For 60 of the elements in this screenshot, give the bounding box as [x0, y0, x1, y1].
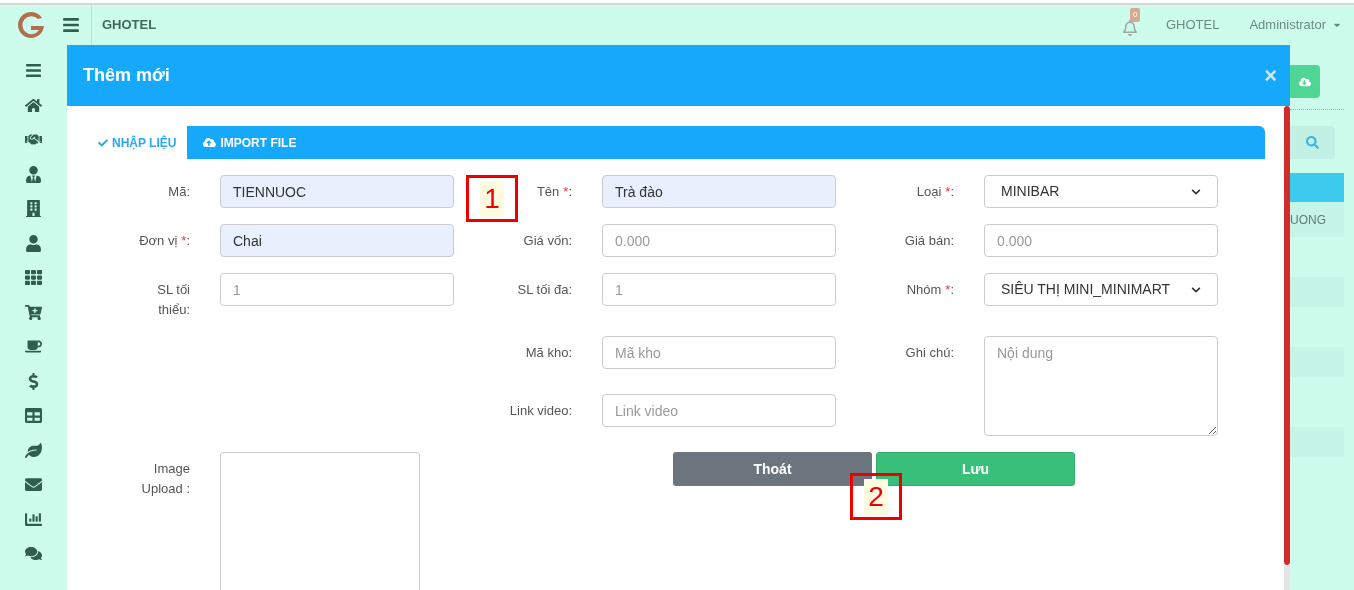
field-label: Image Upload :	[140, 460, 190, 498]
field-label: Nhóm *:	[905, 281, 954, 299]
chat-icon[interactable]	[25, 545, 42, 562]
field-label: SL tối đa:	[516, 281, 572, 299]
field-label: Ghi chú:	[904, 344, 954, 362]
home-icon[interactable]	[25, 96, 42, 114]
grid-icon[interactable]	[25, 269, 42, 286]
check-icon	[98, 137, 108, 148]
menu-icon[interactable]	[62, 16, 80, 34]
cart-icon[interactable]	[25, 303, 42, 321]
input-field[interactable]: 1	[602, 273, 836, 306]
field-label: Link video:	[508, 402, 572, 420]
building-icon[interactable]	[25, 200, 42, 217]
field-label: Giá bán:	[903, 232, 954, 250]
field-label: Giá vốn:	[522, 232, 572, 250]
search-icon	[1306, 136, 1319, 149]
user-menu[interactable]: Administrator	[1249, 15, 1342, 35]
table-header	[1290, 173, 1344, 202]
brand-name: GHOTEL	[102, 16, 157, 35]
select-field[interactable]: MINIBAR	[984, 175, 1218, 208]
chevron-icon	[1191, 284, 1201, 295]
field-label: Tên *:	[535, 183, 572, 201]
exit-button[interactable]: Thoát	[673, 452, 872, 486]
annotation-marker: 1	[466, 175, 518, 222]
input-field[interactable]: TIENNUOC	[220, 175, 454, 208]
input-field[interactable]: 1	[220, 273, 454, 306]
cloud-download-icon	[1299, 75, 1311, 88]
handshake-icon[interactable]	[25, 131, 42, 148]
select-field[interactable]: SIÊU THỊ MINI_MINIMART	[984, 273, 1218, 306]
menu-icon[interactable]	[25, 62, 42, 79]
notification-badge: 0	[1129, 8, 1141, 22]
input-field[interactable]: Chai	[220, 224, 454, 257]
input-field[interactable]: 0.000	[602, 224, 836, 257]
logo-icon	[15, 9, 47, 41]
notes-field[interactable]: Nội dung	[984, 336, 1218, 436]
chevron-icon	[1191, 186, 1201, 197]
person-icon[interactable]	[25, 165, 42, 183]
field-label: Mã:	[167, 183, 190, 201]
chart-icon[interactable]	[25, 510, 42, 528]
table-icon[interactable]	[25, 407, 42, 424]
modal-title: Thêm mới	[83, 64, 170, 87]
tab[interactable]: NHẬP LIỆU	[87, 126, 188, 159]
field-label: Loại *:	[915, 183, 954, 201]
input-field[interactable]: Link video	[602, 394, 836, 427]
tab[interactable]: IMPORT FILE	[187, 126, 313, 159]
leaf-icon[interactable]	[25, 441, 42, 459]
table-cell-text: UONG	[1290, 211, 1326, 229]
annotation-marker: 2	[850, 473, 902, 520]
user-icon[interactable]	[25, 234, 42, 252]
envelope-icon[interactable]	[25, 476, 42, 493]
field-label: Mã kho:	[524, 344, 572, 362]
scrollbar-thumb[interactable]	[1284, 106, 1290, 565]
input-field[interactable]: Mã kho	[602, 336, 836, 369]
field-label: Đơn vị *:	[138, 232, 190, 250]
input-field[interactable]: 0.000	[984, 224, 1218, 257]
field-label: SL tối thiểu:	[156, 281, 190, 319]
input-field[interactable]: Trà đào	[602, 175, 836, 208]
hotel-name[interactable]: GHOTEL	[1165, 15, 1220, 35]
cloud-upload-icon	[203, 136, 217, 149]
cup-icon[interactable]	[25, 338, 42, 355]
